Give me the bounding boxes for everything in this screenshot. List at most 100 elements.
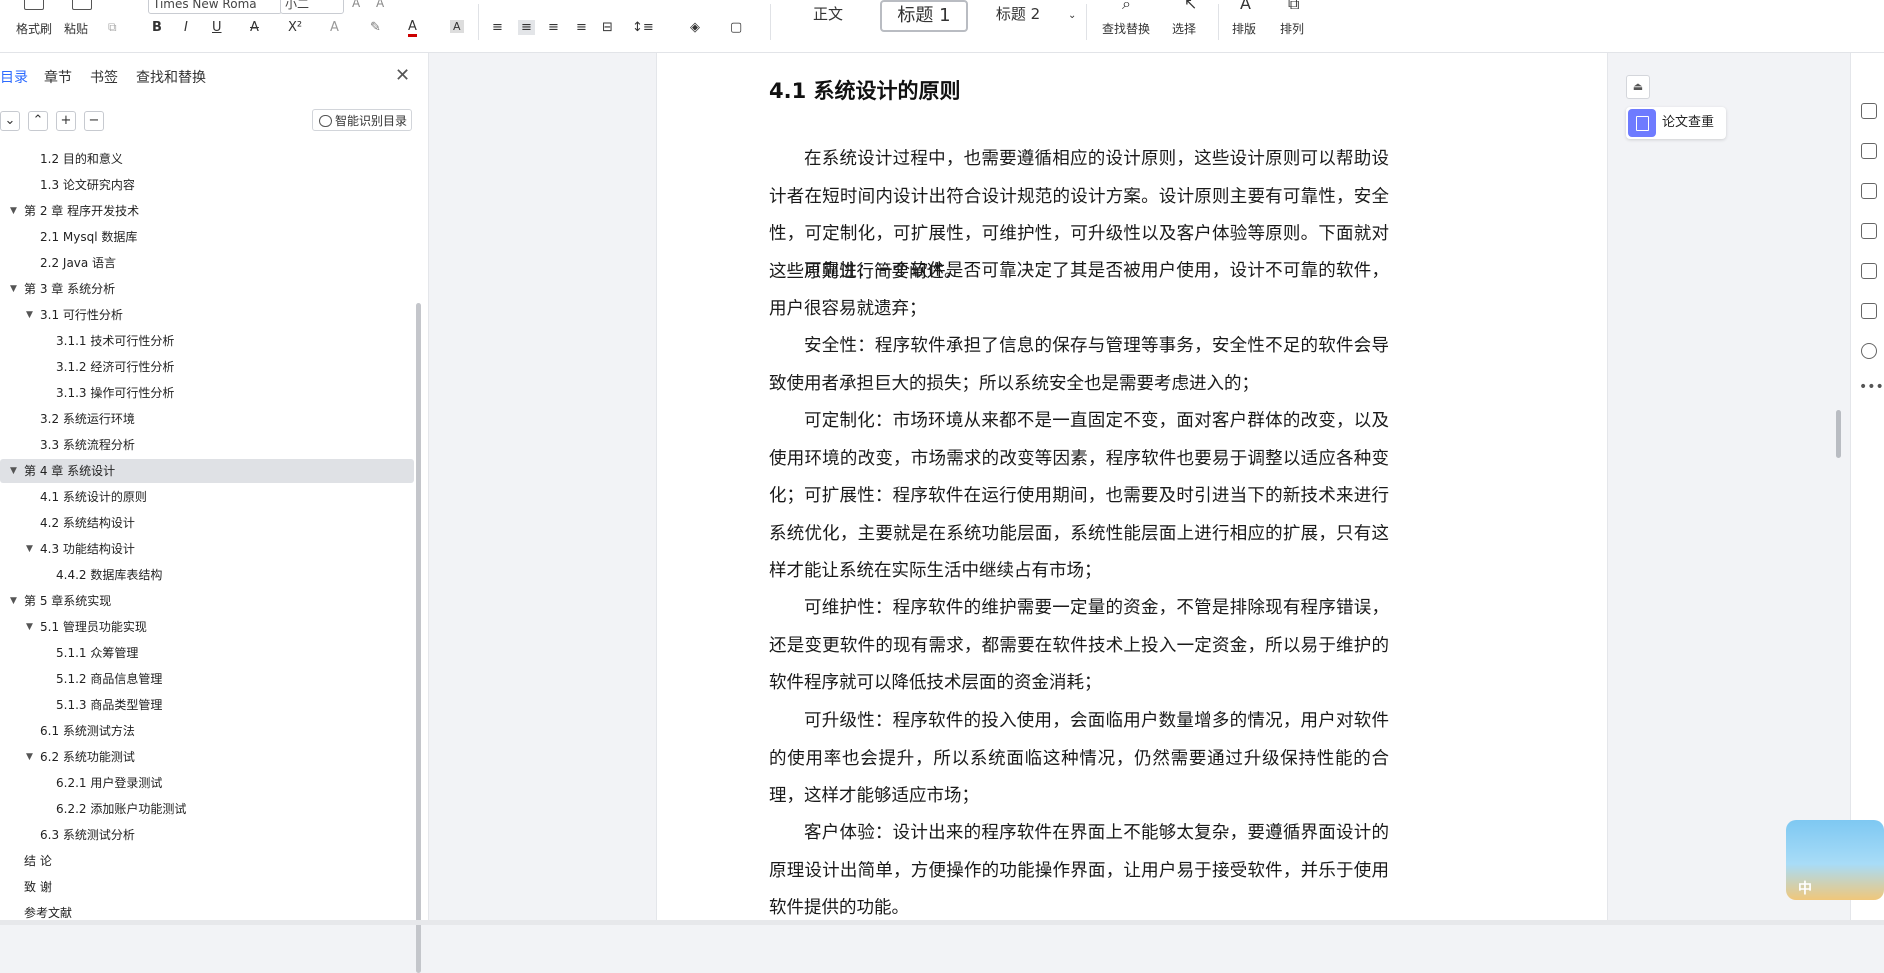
- style-heading1[interactable]: 标题 1: [880, 0, 968, 32]
- paste-button[interactable]: 粘贴: [64, 20, 88, 37]
- pen-icon[interactable]: [1861, 103, 1877, 119]
- expand-arrow-icon[interactable]: ▼: [10, 459, 17, 483]
- styles-expand-icon[interactable]: ⌄: [1068, 10, 1076, 21]
- align-center-icon[interactable]: ≡: [518, 20, 535, 35]
- expand-arrow-icon[interactable]: ▼: [26, 303, 33, 327]
- book-icon[interactable]: [1861, 303, 1877, 319]
- toc-item[interactable]: 1.2 目的和意义: [0, 149, 414, 171]
- toc-item[interactable]: 3.2 系统运行环境: [0, 407, 414, 431]
- toc-item[interactable]: 结 论: [0, 849, 414, 873]
- toc-item[interactable]: ▼ 4.3 功能结构设计: [0, 537, 414, 561]
- font-color-button[interactable]: A: [408, 20, 417, 37]
- toc-item[interactable]: 6.2.2 添加账户功能测试: [0, 797, 414, 821]
- style-normal[interactable]: 正文: [782, 0, 874, 36]
- bold-button[interactable]: B: [152, 20, 162, 35]
- search-icon[interactable]: ⌕: [1122, 0, 1131, 14]
- toc-item[interactable]: 致 谢: [0, 875, 414, 899]
- toc-item[interactable]: 4.4.2 数据库表结构: [0, 563, 414, 587]
- arrange-button[interactable]: 排列: [1280, 20, 1304, 37]
- tab-bookmarks[interactable]: 书签: [90, 67, 118, 87]
- paste-icon[interactable]: [72, 0, 92, 10]
- grow-font-icon[interactable]: A: [352, 0, 360, 10]
- copy-icon[interactable]: ⧉: [108, 20, 117, 35]
- toc-item[interactable]: 5.1.2 商品信息管理: [0, 667, 414, 691]
- format-painter-icon[interactable]: [24, 0, 44, 10]
- tools-icon[interactable]: [1861, 263, 1877, 279]
- add-heading-button[interactable]: +: [56, 111, 76, 131]
- style-heading2[interactable]: 标题 2: [976, 0, 1060, 36]
- more-icon[interactable]: •••: [1859, 379, 1884, 395]
- document-page[interactable]: 4.1 系统设计的原则 在系统设计过程中，也需要遵循相应的设计原则，这些设计原则…: [656, 53, 1608, 925]
- expand-arrow-icon[interactable]: ▼: [26, 537, 33, 561]
- select-arrow-icon[interactable]: ↖: [1184, 0, 1197, 13]
- toc-item[interactable]: 3.1.1 技术可行性分析: [0, 329, 414, 353]
- tab-find-replace[interactable]: 查找和替换: [136, 67, 206, 87]
- superscript-button[interactable]: X²: [288, 20, 302, 35]
- expand-arrow-icon[interactable]: ▼: [10, 277, 17, 301]
- expand-arrow-icon[interactable]: ▼: [10, 589, 17, 613]
- expand-arrow-icon[interactable]: ▼: [26, 615, 33, 639]
- toc-item[interactable]: 4.2 系统结构设计: [0, 511, 414, 535]
- align-left-icon[interactable]: ≡: [492, 20, 503, 35]
- strikethrough-button[interactable]: A: [250, 20, 259, 35]
- layout-button[interactable]: 排版: [1232, 20, 1256, 37]
- smart-toc-button[interactable]: 智能识别目录: [312, 109, 412, 131]
- settings-icon[interactable]: [1861, 183, 1877, 199]
- collapse-all-button[interactable]: ⌄: [0, 111, 20, 131]
- ime-widget[interactable]: 中: [1786, 820, 1884, 900]
- toc-item[interactable]: 1.3 论文研究内容: [0, 173, 414, 197]
- toc-item[interactable]: ▼ 5.1 管理员功能实现: [0, 615, 414, 639]
- remove-heading-button[interactable]: −: [84, 111, 104, 131]
- toc-item[interactable]: ▼ 3.1 可行性分析: [0, 303, 414, 327]
- format-painter-button[interactable]: 格式刷: [16, 20, 52, 37]
- cursor-icon[interactable]: [1861, 143, 1877, 159]
- toc-item[interactable]: ▼ 第 3 章 系统分析: [0, 277, 414, 301]
- tab-chapters[interactable]: 章节: [44, 67, 72, 87]
- font-name-select[interactable]: Times New Roma: [148, 0, 282, 14]
- close-icon[interactable]: ✕: [395, 65, 410, 86]
- tab-toc[interactable]: 目录: [0, 67, 28, 87]
- select-button[interactable]: 选择: [1172, 20, 1196, 37]
- help-icon[interactable]: [1861, 343, 1877, 359]
- toc-item[interactable]: ▼ 6.2 系统功能测试: [0, 745, 414, 769]
- underline-button[interactable]: U: [212, 20, 222, 35]
- toc-item[interactable]: 3.1.3 操作可行性分析: [0, 381, 414, 405]
- toc-item[interactable]: ▼ 第 5 章系统实现: [0, 589, 414, 613]
- find-replace-button[interactable]: 查找替换: [1102, 20, 1150, 37]
- layout-icon[interactable]: Ā: [1240, 0, 1251, 13]
- toc-item[interactable]: 3.3 系统流程分析: [0, 433, 414, 457]
- arrange-icon[interactable]: ⧉: [1288, 0, 1299, 14]
- align-right-icon[interactable]: ≡: [548, 20, 559, 35]
- char-shading-button[interactable]: A: [450, 20, 464, 33]
- border-icon[interactable]: ▢: [730, 20, 742, 35]
- text-effect-icon[interactable]: A: [330, 20, 339, 35]
- justify-icon[interactable]: ≡: [576, 20, 587, 35]
- expand-arrow-icon[interactable]: ▼: [26, 745, 33, 769]
- font-size-select[interactable]: 小二: [280, 0, 344, 14]
- highlight-icon[interactable]: ✎: [370, 20, 381, 35]
- expand-arrow-icon[interactable]: ▼: [10, 199, 17, 223]
- ime-label: 中: [1798, 881, 1812, 897]
- toc-item[interactable]: ▼ 第 2 章 程序开发技术: [0, 199, 414, 223]
- toc-item[interactable]: 2.1 Mysql 数据库: [0, 225, 414, 249]
- document-scrollbar[interactable]: [1836, 410, 1841, 458]
- toc-item[interactable]: 6.3 系统测试分析: [0, 823, 414, 847]
- toc-item[interactable]: 2.2 Java 语言: [0, 251, 414, 275]
- toc-item[interactable]: 3.1.2 经济可行性分析: [0, 355, 414, 379]
- toc-item[interactable]: 4.1 系统设计的原则: [0, 485, 414, 509]
- distribute-icon[interactable]: ⊟: [602, 20, 613, 35]
- toc-item[interactable]: 6.2.1 用户登录测试: [0, 771, 414, 795]
- toc-item[interactable]: 6.1 系统测试方法: [0, 719, 414, 743]
- chart-icon[interactable]: [1861, 223, 1877, 239]
- nav-scrollbar[interactable]: [416, 303, 421, 973]
- collapse-side-icon[interactable]: ⏏: [1626, 75, 1650, 99]
- move-up-button[interactable]: ⌃: [28, 111, 48, 131]
- italic-button[interactable]: I: [184, 20, 188, 35]
- plagiarism-check-button[interactable]: 论文查重: [1626, 107, 1726, 139]
- toc-item[interactable]: ▼ 第 4 章 系统设计: [0, 459, 414, 483]
- shrink-font-icon[interactable]: A: [376, 0, 384, 10]
- line-spacing-icon[interactable]: ↕≡: [632, 20, 654, 35]
- toc-item[interactable]: 5.1.3 商品类型管理: [0, 693, 414, 717]
- shading-icon[interactable]: ◈: [690, 20, 700, 35]
- toc-item[interactable]: 5.1.1 众筹管理: [0, 641, 414, 665]
